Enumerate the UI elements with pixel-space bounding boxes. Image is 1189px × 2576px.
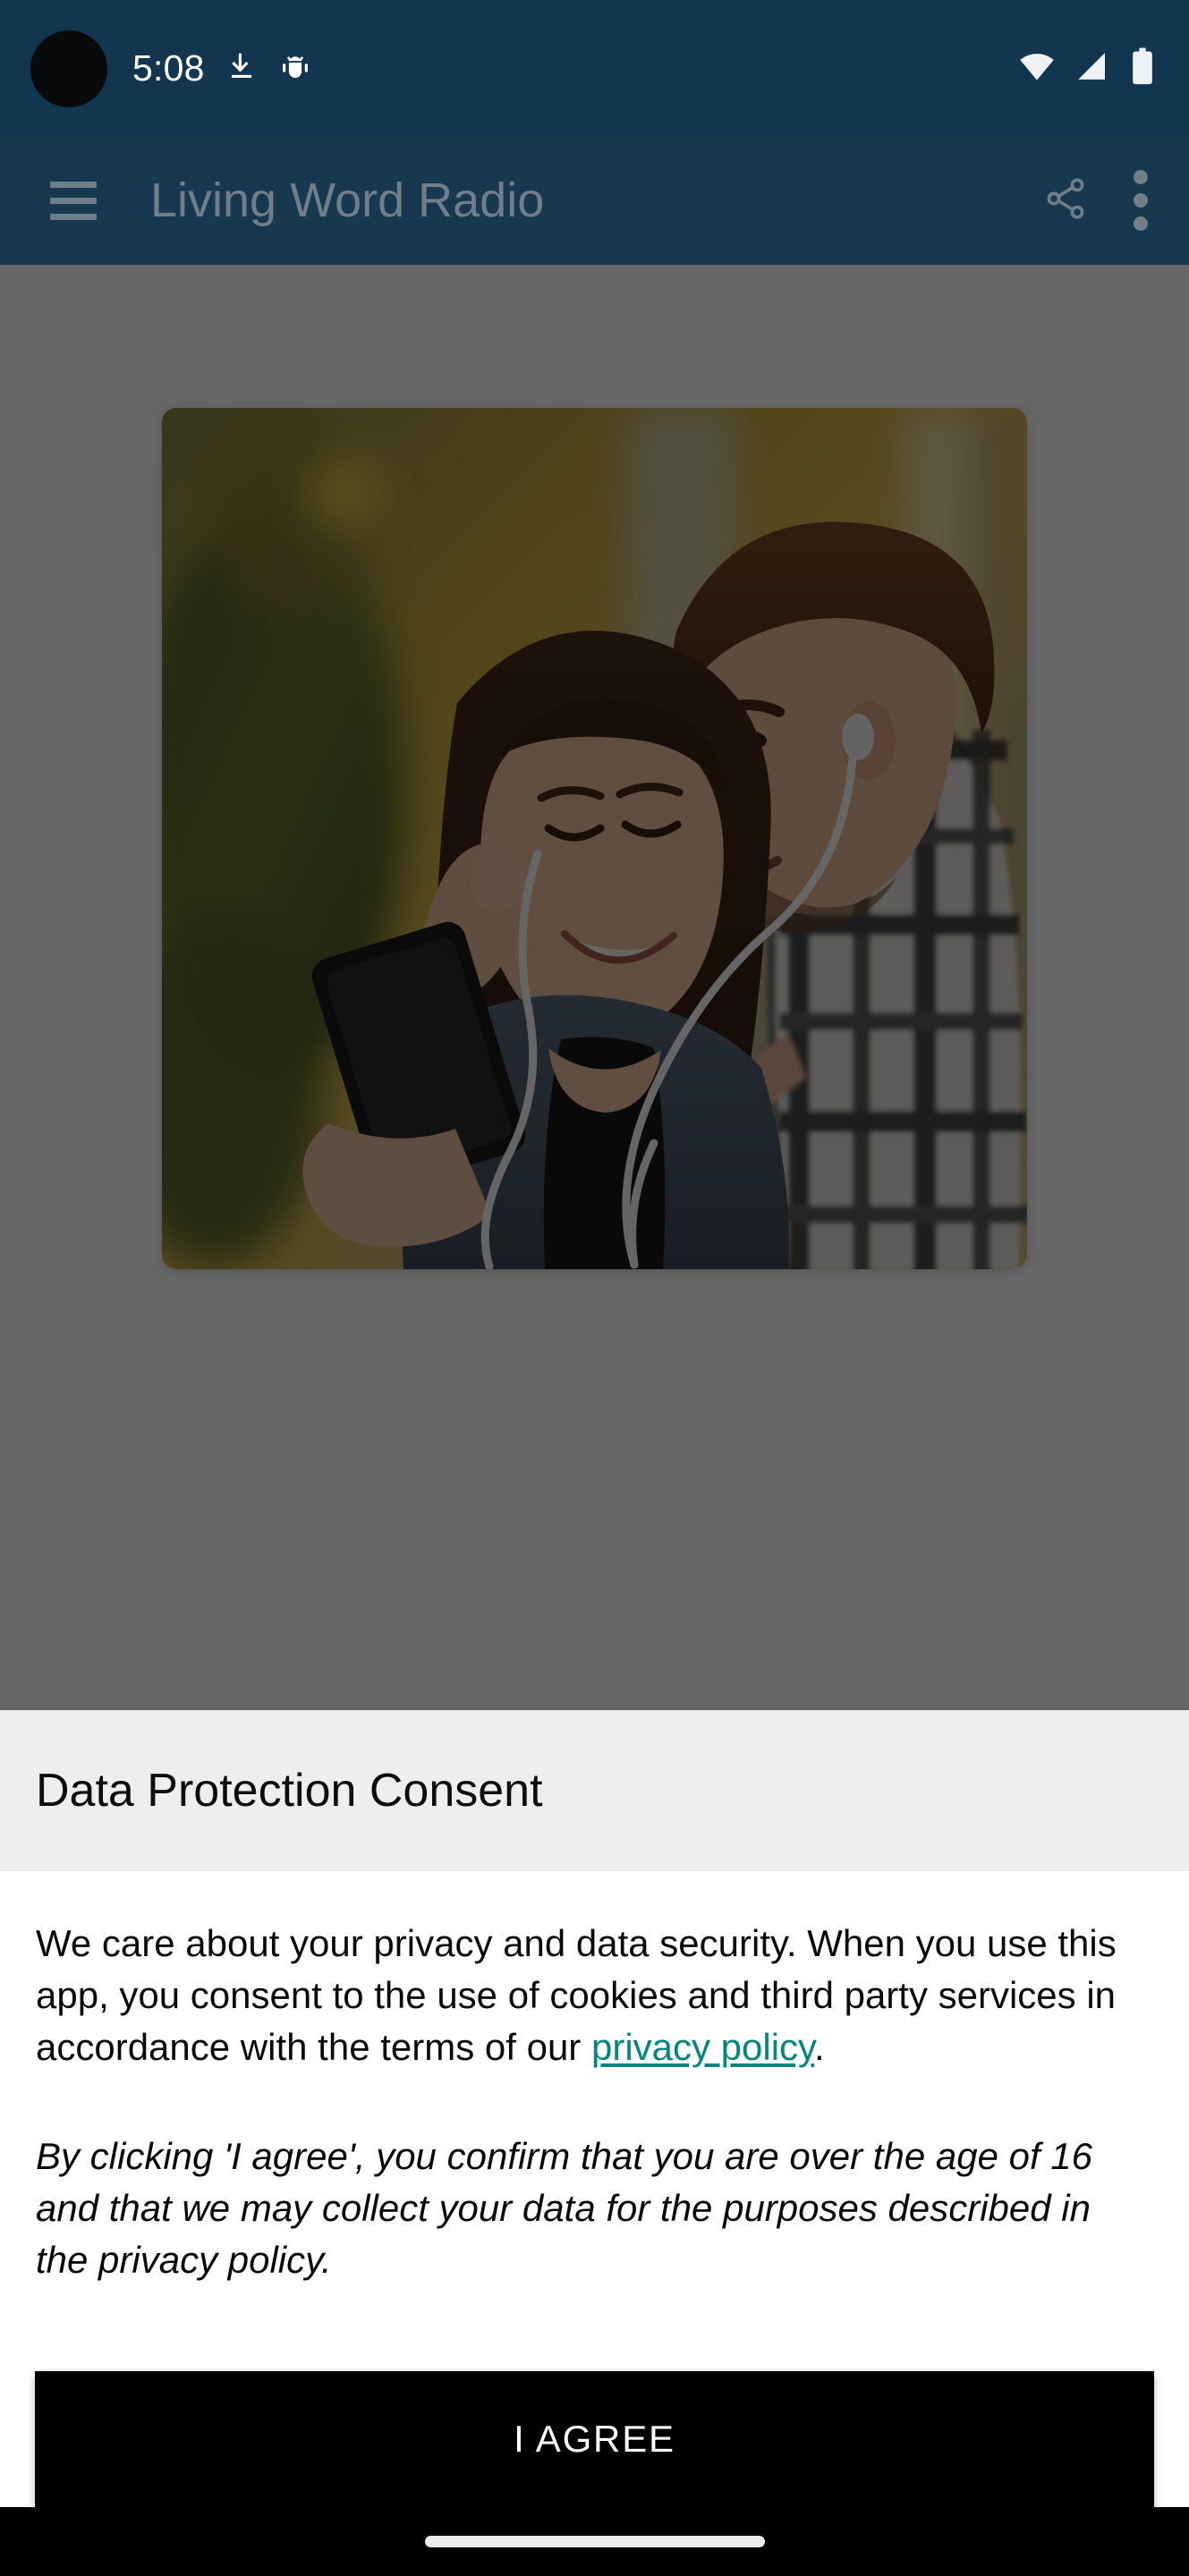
- share-icon[interactable]: [1042, 175, 1089, 226]
- wifi-icon: [1017, 47, 1057, 90]
- dialog-title: Data Protection Consent: [36, 1765, 543, 1817]
- cellular-signal-icon: [1074, 47, 1111, 89]
- hero-image-scrim: [162, 408, 1027, 1269]
- app-bar-title: Living Word Radio: [150, 174, 545, 227]
- battery-icon: [1128, 47, 1157, 90]
- android-bug-icon: [278, 49, 312, 88]
- status-bar: 5:08: [0, 0, 1189, 136]
- data-protection-consent-dialog: Data Protection Consent We care about yo…: [0, 1710, 1189, 2507]
- dialog-body: We care about your privacy and data secu…: [0, 1871, 1189, 2339]
- system-navigation-bar: [0, 2507, 1189, 2576]
- home-gesture-pill[interactable]: [424, 2536, 765, 2547]
- consent-paragraph-primary-tail: .: [813, 2025, 825, 2068]
- camera-punch-hole: [30, 30, 107, 107]
- consent-paragraph-primary-text: We care about your privacy and data secu…: [36, 1922, 1117, 2068]
- status-bar-clock: 5:08: [132, 47, 205, 89]
- hamburger-menu-icon[interactable]: [50, 181, 97, 220]
- phone-screen: 5:08 Living Word Radio Data Protection C…: [0, 0, 1189, 2576]
- app-bar-actions: [1042, 170, 1148, 231]
- status-bar-right-cluster: [1017, 0, 1157, 136]
- consent-paragraph-secondary: By clicking 'I agree', you confirm that …: [36, 2134, 1093, 2281]
- hero-image-card: [162, 408, 1027, 1269]
- download-icon: [225, 49, 259, 88]
- dialog-header: Data Protection Consent: [0, 1710, 1189, 1871]
- consent-paragraph-primary: We care about your privacy and data secu…: [36, 1918, 1153, 2073]
- more-vertical-icon[interactable]: [1121, 170, 1148, 231]
- status-bar-left-cluster: 5:08: [132, 0, 312, 136]
- app-bar: Living Word Radio: [0, 136, 1189, 265]
- privacy-policy-link[interactable]: privacy policy: [591, 2026, 814, 2068]
- i-agree-button[interactable]: I AGREE: [35, 2371, 1154, 2507]
- dialog-actions: I AGREE: [0, 2339, 1189, 2507]
